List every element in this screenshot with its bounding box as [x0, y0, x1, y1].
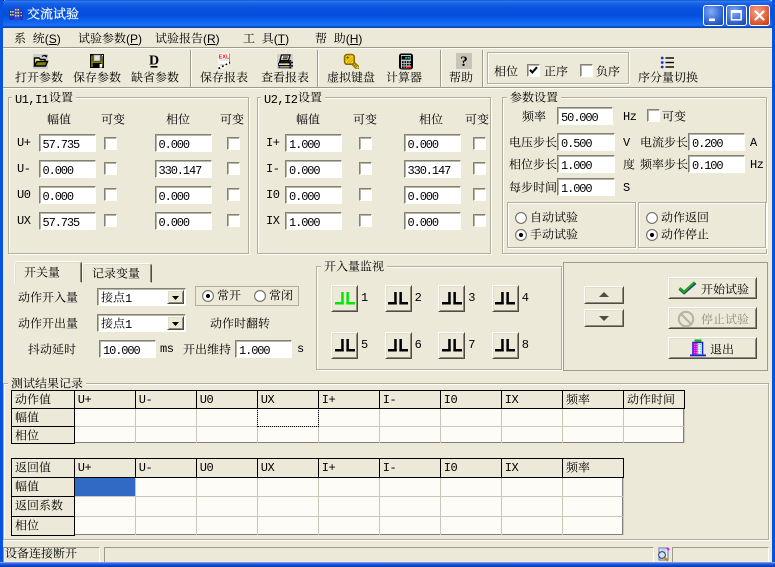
svg-text:?: ?: [460, 54, 468, 69]
